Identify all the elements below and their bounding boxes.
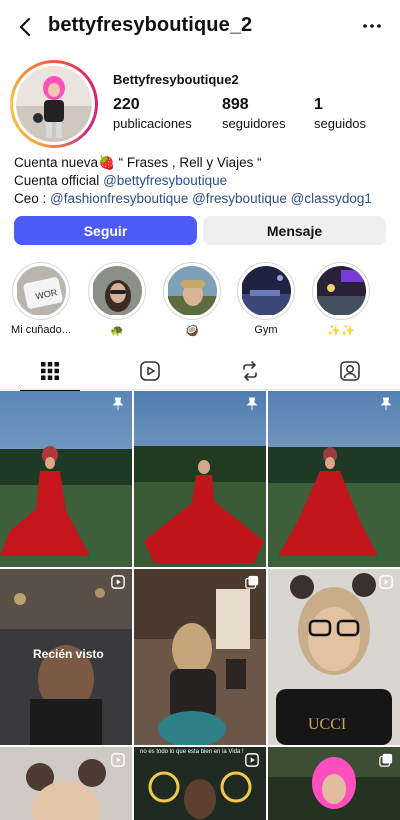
tab-reels[interactable]	[100, 352, 200, 390]
post-image	[134, 569, 266, 745]
bio-mention-link[interactable]: @fashionfresyboutique	[50, 191, 188, 206]
reel-icon	[111, 753, 125, 767]
post-image	[0, 391, 132, 567]
highlight-cover: WOR	[16, 266, 66, 315]
top-bar: bettyfresyboutique_2	[0, 0, 400, 54]
reel-icon	[245, 753, 259, 767]
highlight-label: Gym	[254, 324, 278, 336]
highlight-cover	[92, 266, 142, 315]
bio-mention-link[interactable]: @bettyfresyboutique	[103, 173, 227, 188]
bio-line-2-text: Cuenta official	[14, 173, 104, 188]
post-thumbnail[interactable]	[0, 391, 132, 567]
highlight-label: 🐢	[110, 325, 124, 337]
story-highlights: WOR Mi cuñado... 🐢 🥥 Gym ✨✨	[0, 262, 400, 342]
reels-icon	[140, 361, 160, 381]
bio-line-3-text: Ceo :	[14, 191, 51, 206]
bio-mention-link[interactable]: @fresyboutique	[192, 191, 287, 206]
pin-icon	[380, 397, 392, 411]
post-thumbnail[interactable]: Recién visto	[0, 569, 132, 745]
pin-icon	[112, 397, 124, 411]
post-thumbnail[interactable]: UCCI	[268, 569, 400, 745]
highlight-label: ✨✨	[327, 325, 355, 337]
avatar-photo	[16, 66, 92, 142]
post-thumbnail[interactable]: no es todo lo que esta bien en la Vida !	[134, 747, 266, 820]
posts-count: 220	[113, 96, 140, 113]
reel-icon	[111, 575, 125, 589]
profile-username: bettyfresyboutique_2	[48, 14, 253, 36]
highlight-item[interactable]: 🥥	[163, 262, 221, 337]
svg-text:UCCI: UCCI	[308, 716, 346, 733]
bio-mention-link[interactable]: @classydog1	[291, 191, 372, 206]
post-overlay-text: no es todo lo que esta bien en la Vida !	[140, 749, 244, 755]
followers-label: seguidores	[222, 116, 286, 131]
follow-button[interactable]: Seguir	[14, 216, 197, 245]
stat-posts[interactable]: 220 publicaciones	[113, 96, 222, 131]
highlight-label: Mi cuñado...	[11, 324, 71, 336]
bio-line-3: Ceo : @fashionfresyboutique @fresyboutiq…	[14, 190, 394, 208]
post-overlay-text: Recién visto	[33, 647, 104, 661]
followers-count: 898	[222, 96, 249, 113]
carousel-icon	[379, 753, 393, 767]
stat-following[interactable]: 1 seguidos	[314, 96, 366, 131]
following-count: 1	[314, 96, 323, 113]
grid-icon	[41, 362, 59, 380]
back-arrow-icon[interactable]	[14, 15, 38, 39]
post-image	[134, 391, 266, 567]
repost-icon	[243, 361, 257, 381]
stat-followers[interactable]: 898 seguidores	[222, 96, 314, 131]
highlight-cover	[167, 266, 217, 315]
highlight-label: 🥥	[185, 325, 199, 337]
post-thumbnail[interactable]	[268, 747, 400, 820]
pin-icon	[246, 397, 258, 411]
tagged-person-icon	[340, 361, 360, 381]
highlight-item[interactable]: Gym	[237, 262, 295, 336]
post-thumbnail[interactable]	[0, 747, 132, 820]
display-name: Bettyfresyboutique2	[113, 72, 239, 87]
highlight-item[interactable]: WOR Mi cuñado...	[11, 262, 71, 336]
highlight-item[interactable]: ✨✨	[312, 262, 370, 337]
highlight-cover	[241, 266, 291, 315]
bio-line-2: Cuenta official @bettyfresyboutique	[14, 172, 394, 190]
post-image	[268, 391, 400, 567]
post-image: UCCI	[268, 569, 400, 745]
profile-avatar[interactable]	[10, 60, 98, 148]
following-label: seguidos	[314, 116, 367, 131]
reel-icon	[379, 575, 393, 589]
post-thumbnail[interactable]	[268, 391, 400, 567]
tab-reposts[interactable]	[200, 352, 300, 390]
bio-line-1: Cuenta nueva🍓 “ Frases , Rell y Viajes “	[14, 155, 262, 170]
more-options-icon[interactable]	[360, 14, 384, 38]
post-thumbnail[interactable]	[134, 391, 266, 567]
profile-bio: Cuenta nueva🍓 “ Frases , Rell y Viajes “…	[14, 154, 394, 208]
highlight-cover	[316, 266, 366, 315]
profile-tabs	[0, 352, 400, 391]
post-thumbnail[interactable]	[134, 569, 266, 745]
tab-tagged[interactable]	[300, 352, 400, 390]
message-button[interactable]: Mensaje	[203, 216, 386, 245]
carousel-icon	[245, 575, 259, 589]
posts-label: publicaciones	[113, 116, 192, 131]
tab-posts-grid[interactable]	[0, 352, 100, 391]
profile-stats: 220 publicaciones 898 seguidores 1 segui…	[113, 96, 366, 131]
highlight-item[interactable]: 🐢	[88, 262, 146, 337]
